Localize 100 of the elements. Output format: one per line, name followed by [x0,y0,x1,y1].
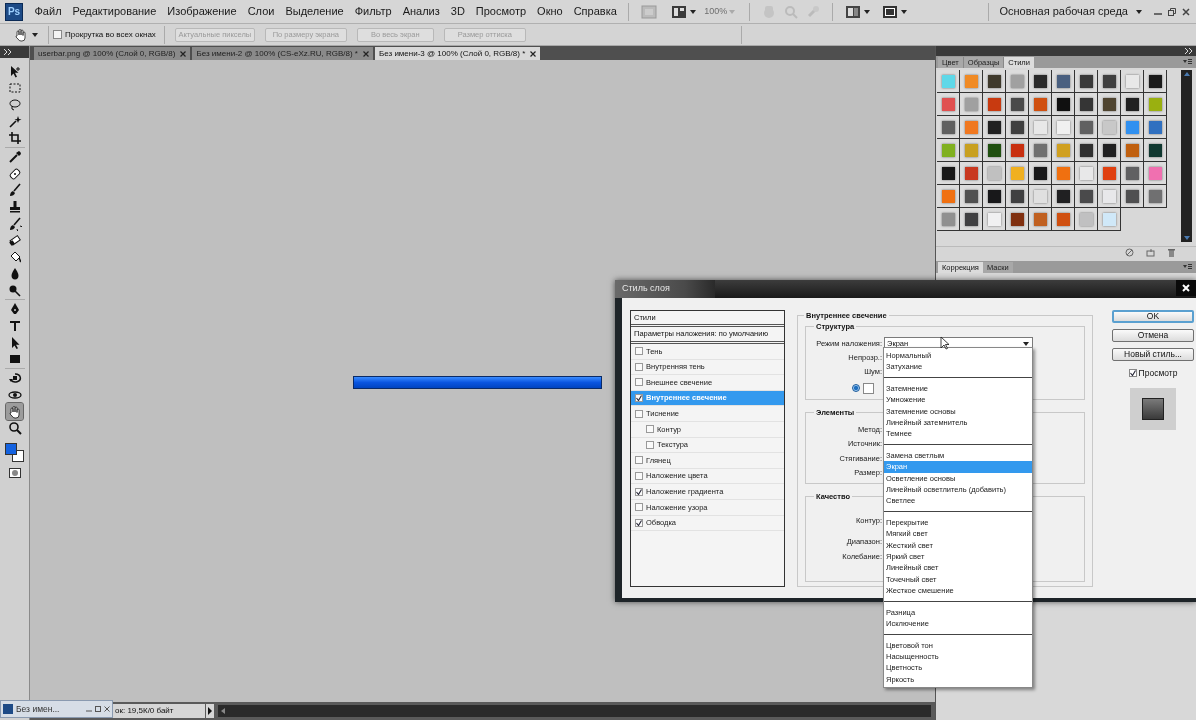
trash-icon[interactable] [1167,248,1176,257]
style-preset[interactable] [960,139,983,162]
style-preset[interactable] [1006,162,1029,185]
style-preset[interactable] [1075,139,1098,162]
style-preset[interactable] [1121,116,1144,139]
style-preset[interactable] [937,208,960,231]
style-preset[interactable] [1121,139,1144,162]
checkbox[interactable] [635,487,643,496]
view-extras-icon[interactable] [671,4,688,19]
style-preset[interactable] [1052,208,1075,231]
style-preset[interactable] [960,185,983,208]
minimized-window[interactable]: Без имен... [0,700,113,718]
style-preset[interactable] [960,116,983,139]
radio-button[interactable] [852,384,860,392]
style-preset[interactable] [1098,162,1121,185]
menu-item[interactable]: Файл [29,3,68,20]
checkbox[interactable] [635,362,643,371]
checkbox[interactable] [635,409,643,418]
menu-item[interactable]: Изображение [161,3,243,20]
style-preset[interactable] [1052,93,1075,116]
checkbox[interactable] [635,456,643,465]
style-preset[interactable] [1006,116,1029,139]
caret-icon[interactable] [32,31,38,38]
style-preset[interactable] [1075,116,1098,139]
restore-icon[interactable] [1168,7,1176,16]
dialog-button[interactable]: OK [1112,310,1194,323]
style-preset[interactable] [1075,70,1098,93]
expand-icon[interactable] [4,49,12,55]
style-preset[interactable] [1075,185,1098,208]
style-preset[interactable] [1006,93,1029,116]
new-style-icon[interactable] [1146,248,1155,257]
checkbox[interactable] [635,503,643,512]
menu-item[interactable]: 3D [445,3,471,20]
style-preset[interactable] [937,116,960,139]
hand-tool-icon[interactable] [14,27,28,42]
style-preset[interactable] [1052,70,1075,93]
style-preset[interactable] [1029,116,1052,139]
menu-item[interactable]: Слои [242,3,280,20]
style-preset[interactable] [1144,185,1167,208]
zoom-icon[interactable] [6,419,23,437]
menu-item[interactable]: Фильтр [349,3,398,20]
style-preset[interactable] [1029,93,1052,116]
menu-item[interactable]: Окно [531,3,569,20]
scroll-up-icon[interactable] [1183,72,1190,76]
vertical-scrollbar[interactable] [1181,70,1192,242]
style-preset[interactable] [1098,139,1121,162]
menu-item[interactable]: Справка [568,3,623,20]
style-preset[interactable] [1144,116,1167,139]
style-preset[interactable] [1121,162,1144,185]
style-preset[interactable] [937,70,960,93]
style-preset[interactable] [1052,185,1075,208]
style-preset[interactable] [1029,70,1052,93]
style-preset[interactable] [983,93,1006,116]
style-preset[interactable] [983,162,1006,185]
clear-style-icon[interactable] [1125,248,1134,257]
style-preset[interactable] [983,208,1006,231]
hand-tool-icon[interactable] [6,403,23,421]
caret-icon[interactable] [1136,8,1142,15]
checkbox[interactable] [646,440,654,449]
quick-mask-icon[interactable] [8,468,21,479]
horizontal-scrollbar[interactable] [218,705,931,717]
style-preset[interactable] [1029,185,1052,208]
style-preset[interactable] [1098,208,1121,231]
foreground-color-swatch[interactable] [4,443,17,456]
style-preset[interactable] [1029,208,1052,231]
status-menu-icon[interactable] [206,704,214,718]
style-preset[interactable] [937,185,960,208]
panel-menu-icon[interactable] [1183,264,1192,270]
arrange-documents-icon[interactable] [845,4,862,19]
panel-menu-icon[interactable] [1183,59,1192,65]
workspace-switcher[interactable]: Основная рабочая среда [999,3,1128,20]
style-preset[interactable] [1144,162,1167,185]
style-preset[interactable] [1098,116,1121,139]
style-preset[interactable] [1098,93,1121,116]
style-preset[interactable] [1144,139,1167,162]
style-preset[interactable] [937,162,960,185]
checkbox[interactable] [635,347,643,356]
caret-icon[interactable] [901,8,908,15]
caret-icon[interactable] [690,8,697,15]
style-preset[interactable] [983,185,1006,208]
checkbox[interactable] [635,394,643,403]
collapse-icon[interactable] [1185,48,1193,54]
menu-item[interactable]: Выделение [279,3,350,20]
style-preset[interactable] [1006,208,1029,231]
style-preset[interactable] [1144,93,1167,116]
style-preset[interactable] [1029,162,1052,185]
dialog-button[interactable]: Новый стиль... [1112,348,1194,361]
crop-icon[interactable] [6,129,23,147]
style-preset[interactable] [1006,185,1029,208]
style-preset[interactable] [1075,93,1098,116]
style-preset[interactable] [983,70,1006,93]
menu-item[interactable]: Просмотр [470,3,532,20]
style-preset[interactable] [1075,208,1098,231]
close-icon[interactable] [1182,7,1190,16]
checkbox[interactable] [635,518,643,527]
style-preset[interactable] [960,93,983,116]
style-preset[interactable] [1052,162,1075,185]
style-preset[interactable] [1075,162,1098,185]
close-button[interactable] [1176,280,1196,296]
style-preset[interactable] [1098,70,1121,93]
